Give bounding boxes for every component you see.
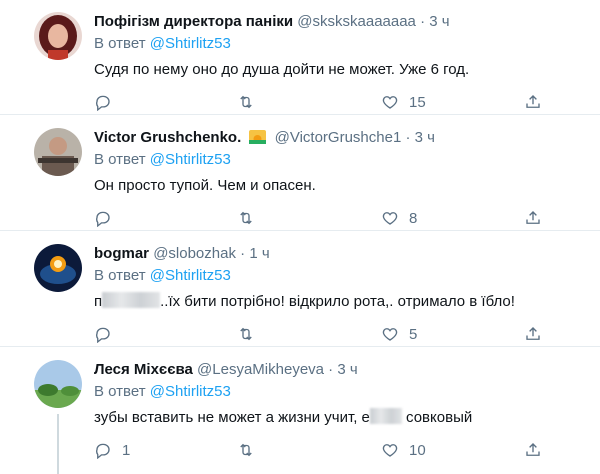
replying-to: В ответ @Shtirlitz53 [94, 266, 231, 286]
tweet-actions: 15 [94, 90, 554, 114]
tweet[interactable]: Пофігізм директора паніки @skskskaaaaaaa… [0, 0, 600, 115]
display-name[interactable]: Victor Grushchenko. [94, 129, 241, 146]
like-icon [382, 96, 398, 109]
display-name[interactable]: bogmar [94, 245, 149, 262]
like-count: 8 [409, 209, 418, 227]
sun-badge-icon [249, 130, 267, 144]
tweet-text-continued: ..їх бити потрібно! відкрило рота,. отри… [160, 293, 515, 310]
reply-button[interactable] [94, 206, 112, 230]
mention-link[interactable]: @Shtirlitz53 [150, 383, 231, 400]
replying-to: В ответ @Shtirlitz53 [94, 382, 231, 402]
retweet-button[interactable] [237, 90, 255, 114]
user-handle[interactable]: @LesyaMikheyeva [197, 361, 324, 378]
share-icon [526, 327, 540, 340]
timestamp[interactable]: 3 ч [429, 13, 449, 30]
retweet-icon [240, 443, 252, 457]
like-button[interactable]: 5 [381, 322, 417, 346]
tweet[interactable]: bogmar @slobozhak · 1 ч В ответ @Shtirli… [0, 232, 600, 347]
thread-line [57, 414, 59, 474]
reply-button[interactable] [94, 322, 112, 346]
timestamp[interactable]: 1 ч [249, 245, 269, 262]
retweet-icon [240, 95, 252, 109]
avatar[interactable] [34, 360, 82, 408]
mention-link[interactable]: @Shtirlitz53 [150, 35, 231, 52]
separator: · [328, 361, 334, 378]
retweet-button[interactable] [237, 438, 255, 462]
tweet-header: Victor Grushchenko. @VictorGrushche1 · 3… [94, 128, 590, 148]
tweet-actions: 8 [94, 206, 554, 230]
retweet-icon [240, 211, 252, 225]
avatar[interactable] [34, 244, 82, 292]
reply-prefix: В ответ [94, 35, 146, 52]
user-handle[interactable]: @VictorGrushche1 [275, 129, 402, 146]
separator: · [405, 129, 411, 146]
display-name[interactable]: Леся Міхєєва [94, 361, 193, 378]
tweet-text-content: п [94, 293, 103, 310]
separator: · [420, 13, 426, 30]
blurred-text [102, 292, 161, 308]
like-button[interactable]: 15 [381, 90, 426, 114]
retweet-button[interactable] [237, 206, 255, 230]
reply-icon [96, 95, 110, 111]
avatar[interactable] [34, 128, 82, 176]
timestamp[interactable]: 3 ч [415, 129, 435, 146]
user-handle[interactable]: @slobozhak [153, 245, 236, 262]
tweet-text-content: Он просто тупой. Чем и опасен. [94, 177, 316, 194]
like-button[interactable]: 10 [381, 438, 426, 462]
share-button[interactable] [524, 322, 542, 346]
timestamp[interactable]: 3 ч [337, 361, 357, 378]
tweet-actions: 5 [94, 322, 554, 346]
tweet-text: п ..їх бити потрібно! відкрило рота,. отр… [94, 292, 588, 312]
share-button[interactable] [524, 206, 542, 230]
reply-icon [96, 443, 110, 459]
share-button[interactable] [524, 90, 542, 114]
tweet-header: Леся Міхєєва @LesyaMikheyeva · 3 ч [94, 360, 590, 380]
reply-icon [96, 211, 110, 227]
avatar[interactable] [34, 12, 82, 60]
share-icon [526, 95, 540, 108]
share-icon [526, 443, 540, 456]
reply-count: 1 [122, 441, 131, 459]
tweet[interactable]: Victor Grushchenko. @VictorGrushche1 · 3… [0, 116, 600, 231]
retweet-button[interactable] [237, 322, 255, 346]
tweet-header: Пофігізм директора паніки @skskskaaaaaaa… [94, 12, 590, 32]
like-icon [382, 444, 398, 457]
reply-icon [96, 327, 110, 343]
avatar-image [34, 244, 82, 292]
tweet-actions: 1 10 [94, 438, 554, 462]
tweet[interactable]: Леся Міхєєва @LesyaMikheyeva · 3 ч В отв… [0, 348, 600, 474]
user-handle[interactable]: @skskskaaaaaaa [297, 13, 416, 30]
like-icon [382, 328, 398, 341]
mention-link[interactable]: @Shtirlitz53 [150, 151, 231, 168]
tweet-header: bogmar @slobozhak · 1 ч [94, 244, 590, 264]
like-count: 15 [409, 93, 426, 111]
like-count: 5 [409, 325, 418, 343]
separator: · [240, 245, 246, 262]
blurred-text [369, 408, 402, 424]
tweet-text-continued: совковый [401, 409, 473, 426]
like-button[interactable]: 8 [381, 206, 417, 230]
reply-button[interactable]: 1 [94, 438, 130, 462]
tweet-text: зубы вставить не может а жизни учит, е с… [94, 408, 588, 428]
mention-link[interactable]: @Shtirlitz53 [150, 267, 231, 284]
replying-to: В ответ @Shtirlitz53 [94, 150, 231, 170]
reply-prefix: В ответ [94, 151, 146, 168]
like-icon [382, 212, 398, 225]
tweet-text: Судя по нему оно до душа дойти не может.… [94, 60, 588, 80]
avatar-image [34, 128, 82, 176]
replying-to: В ответ @Shtirlitz53 [94, 34, 231, 54]
display-name[interactable]: Пофігізм директора паніки [94, 13, 293, 30]
share-button[interactable] [524, 438, 542, 462]
reply-button[interactable] [94, 90, 112, 114]
avatar-image [34, 360, 82, 408]
share-icon [526, 211, 540, 224]
reply-prefix: В ответ [94, 383, 146, 400]
tweet-text: Он просто тупой. Чем и опасен. [94, 176, 588, 196]
reply-prefix: В ответ [94, 267, 146, 284]
avatar-image [34, 12, 82, 60]
tweet-text-content: зубы вставить не может а жизни учит, е [94, 409, 370, 426]
like-count: 10 [409, 441, 426, 459]
tweet-text-content: Судя по нему оно до душа дойти не может.… [94, 61, 470, 78]
retweet-icon [240, 327, 252, 341]
